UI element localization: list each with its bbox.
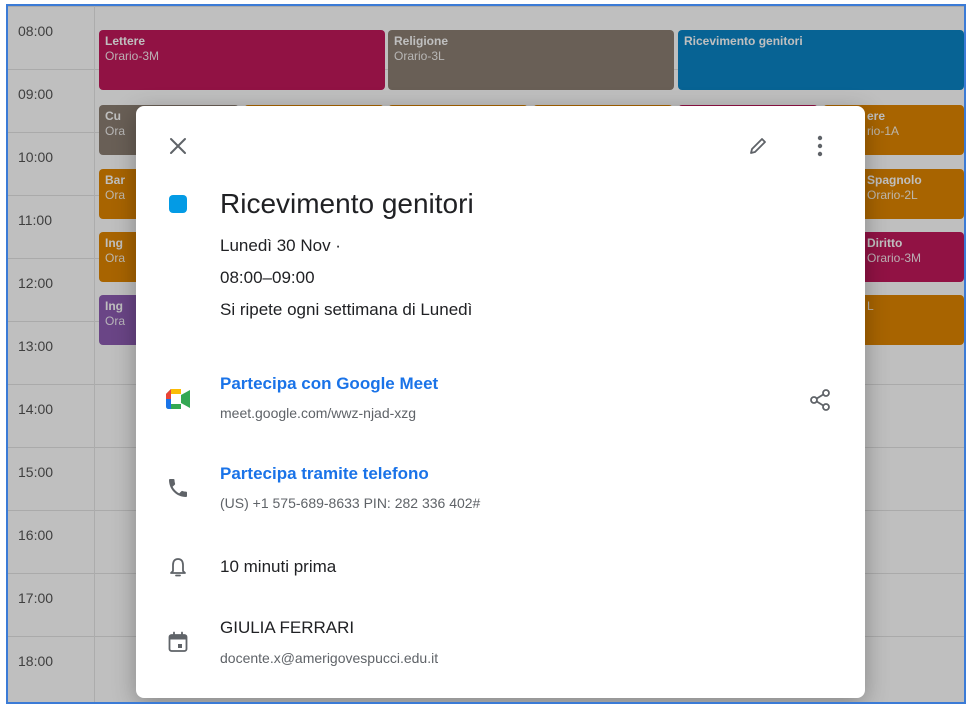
calendar-view: 08:00 09:00 10:00 11:00 12:00 13:00 14:0…: [6, 4, 966, 704]
meet-url[interactable]: meet.google.com/wwz-njad-xzg: [220, 405, 416, 421]
calendar-icon: [166, 630, 190, 654]
join-phone-link[interactable]: Partecipa tramite telefono: [220, 464, 429, 484]
organizer-email: docente.x@amerigovespucci.edu.it: [220, 650, 439, 666]
join-meet-link[interactable]: Partecipa con Google Meet: [220, 374, 438, 394]
event-time: 08:00–09:00: [220, 268, 315, 287]
reminder-text: 10 minuti prima: [220, 557, 337, 576]
event-details-dialog: Ricevimento genitori Lunedì 30 Nov · 08:…: [136, 106, 865, 698]
pencil-icon[interactable]: [742, 130, 774, 162]
google-meet-icon: [165, 388, 191, 410]
more-vert-icon[interactable]: [804, 130, 836, 162]
close-icon[interactable]: [162, 130, 194, 162]
event-title: Ricevimento genitori: [220, 188, 474, 219]
event-repeat: Si ripete ogni settimana di Lunedì: [220, 300, 473, 319]
phone-details: (US) +1 575-689-8633 PIN: 282 336 402#: [220, 495, 481, 511]
phone-icon: [166, 476, 190, 500]
event-color-swatch: [169, 195, 187, 213]
bell-icon: [166, 556, 190, 580]
organizer-name: GIULIA FERRARI: [220, 618, 355, 637]
event-date: Lunedì 30 Nov ·: [220, 236, 341, 255]
share-icon[interactable]: [804, 384, 836, 416]
